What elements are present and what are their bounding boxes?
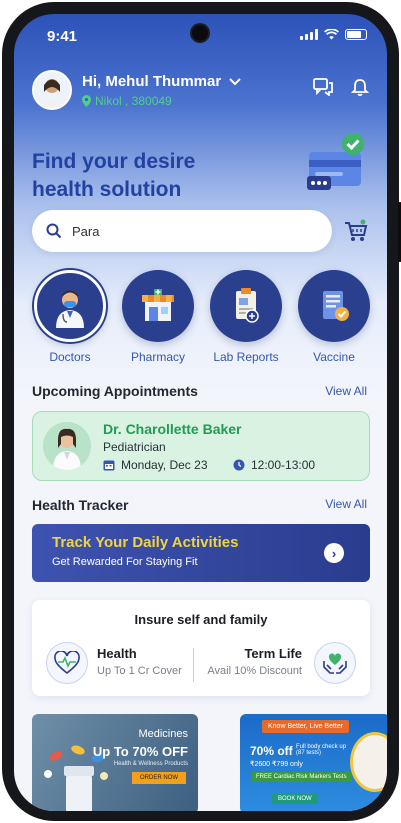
cart-icon[interactable] (343, 218, 369, 244)
appointments-view-all-link[interactable]: View All (325, 384, 367, 398)
wifi-icon (324, 29, 339, 40)
insurance-title: Insure self and family (134, 612, 268, 627)
activity-banner-title: Track Your Daily Activities (52, 534, 239, 551)
doctor-avatar (43, 422, 91, 470)
status-bar: 9:41 (14, 14, 387, 58)
app-screen: 9:41 Hi, Mehul Thummar Nikol , 380049 Fi… (14, 14, 387, 811)
appointment-card[interactable]: Dr. Charollette Baker Pediatrician Monda… (32, 411, 370, 481)
order-now-button[interactable]: ORDER NOW (132, 772, 186, 784)
doctor-icon (34, 270, 106, 342)
health-insurance-label[interactable]: Health (97, 646, 137, 661)
checkup-promo-offer: 70% off (250, 744, 293, 758)
medicines-promo-subtitle: Health & Wellness Products (113, 761, 188, 767)
hero-line-2: health solution (32, 178, 182, 201)
checkup-promo-bonus: FREE Cardiac Risk Markers Tests (252, 772, 351, 782)
family-care-icon[interactable] (314, 642, 356, 684)
front-camera (192, 25, 208, 41)
category-label: Pharmacy (130, 350, 186, 364)
medicines-promo-offer: Up To 70% OFF (92, 744, 188, 759)
payment-card-icon (307, 133, 364, 190)
hero-heading: Find your desire health solution (32, 148, 242, 204)
status-time: 9:41 (47, 28, 78, 45)
tracker-view-all-link[interactable]: View All (325, 497, 367, 511)
battery-icon (345, 29, 367, 40)
signal-icon (300, 29, 318, 40)
location[interactable]: Nikol , 380049 (82, 94, 172, 108)
term-life-label[interactable]: Term Life (244, 646, 302, 661)
appointment-time: 12:00-13:00 (233, 458, 315, 472)
appointment-date: Monday, Dec 23 (103, 458, 208, 472)
bell-icon[interactable] (351, 78, 369, 97)
vaccine-icon (298, 270, 370, 342)
medicines-promo-banner[interactable]: Medicines Up To 70% OFF Health & Wellnes… (32, 714, 198, 811)
term-life-sub: Avail 10% Discount (207, 665, 302, 677)
category-vaccine[interactable]: Vaccine (296, 270, 372, 364)
header-actions (313, 78, 369, 97)
doctor-specialty: Pediatrician (103, 440, 166, 454)
chevron-down-icon[interactable] (229, 77, 241, 86)
activity-banner[interactable]: Track Your Daily Activities Get Rewarded… (32, 524, 370, 582)
checkup-promo-price: ₹2600 ₹799 only (250, 761, 303, 768)
lab-reports-icon (210, 270, 282, 342)
hero-line-1: Find your desire (32, 150, 196, 173)
medicines-promo-title: Medicines (138, 728, 188, 740)
chat-icon[interactable] (313, 78, 333, 96)
chevron-right-icon[interactable]: › (324, 543, 344, 563)
pharmacy-icon (122, 270, 194, 342)
book-now-button[interactable]: BOOK NOW (272, 794, 318, 804)
category-pharmacy[interactable]: Pharmacy (120, 270, 196, 364)
insurance-card: Insure self and family Health Up To 1 Cr… (32, 600, 370, 696)
category-row: Doctors Pharmacy Lab Reports Vaccine (32, 270, 372, 380)
appointments-heading: Upcoming Appointments (32, 383, 198, 399)
phone-frame: 9:41 Hi, Mehul Thummar Nikol , 380049 Fi… (2, 2, 401, 821)
search-bar[interactable] (32, 210, 332, 252)
status-icons (300, 29, 367, 40)
health-tracker-heading: Health Tracker (32, 497, 129, 513)
insurance-divider (193, 648, 194, 682)
appointment-time-text: 12:00-13:00 (251, 458, 316, 472)
location-pin-icon (82, 95, 91, 107)
checkup-promo-desc: Full body check up (87 tests) (296, 744, 347, 756)
search-icon[interactable] (46, 223, 62, 239)
category-lab-reports[interactable]: Lab Reports (208, 270, 284, 364)
greeting[interactable]: Hi, Mehul Thummar (82, 73, 241, 90)
health-insurance-sub: Up To 1 Cr Cover (97, 665, 182, 677)
heartbeat-icon[interactable] (46, 642, 88, 684)
appointment-date-text: Monday, Dec 23 (121, 458, 208, 472)
location-text: Nikol , 380049 (95, 94, 172, 108)
category-label: Doctors (49, 350, 91, 364)
user-header: Hi, Mehul Thummar Nikol , 380049 (32, 70, 369, 116)
category-label: Lab Reports (213, 350, 279, 364)
user-greeting: Hi, Mehul Thummar (82, 73, 222, 90)
child-photo (350, 732, 387, 792)
doctor-name: Dr. Charollette Baker (103, 421, 242, 437)
checkup-promo-banner[interactable]: Know Better, Live Better 70% off Full bo… (240, 714, 387, 811)
category-doctors[interactable]: Doctors (32, 270, 108, 364)
clock-icon (233, 459, 245, 471)
avatar[interactable] (32, 70, 72, 110)
calendar-icon (103, 460, 115, 471)
category-label: Vaccine (313, 350, 355, 364)
search-input[interactable] (72, 223, 292, 239)
activity-banner-subtitle: Get Rewarded For Staying Fit (52, 556, 198, 568)
checkup-promo-tag: Know Better, Live Better (262, 720, 350, 733)
